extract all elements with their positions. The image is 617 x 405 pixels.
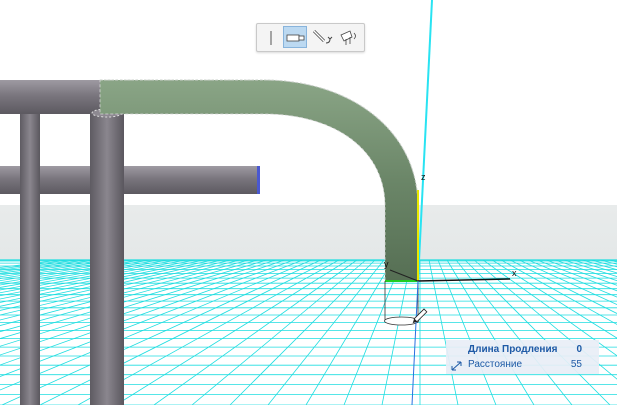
pipe-vertical-left[interactable] [20,114,40,405]
fitting-icon [340,30,356,45]
straight-segment-icon [270,31,272,45]
tracker-value[interactable]: 55 [571,359,582,370]
tracker-row-extension-length[interactable]: Длина Продления 0 [446,342,599,357]
grid-line [305,259,394,405]
grid-line [473,259,617,380]
axis-label-x: x [512,268,517,278]
axis-label-z: z [421,172,426,182]
3d-viewport[interactable]: z x y Длина Продления 0 Расстояние 55 [0,0,617,405]
grid-line [608,259,617,263]
tracker-row-distance[interactable]: Расстояние 55 [446,357,599,372]
bend-elbow-button[interactable] [309,26,333,48]
grid-line [482,259,617,357]
distance-arrow-icon [451,361,462,371]
tracker-value[interactable]: 0 [576,344,582,355]
grid-line [1,259,322,405]
x-axis-line [417,278,511,282]
pipe-end-cap [257,166,260,194]
grid-line [191,259,367,405]
pipe-segment-button[interactable] [283,26,307,48]
straight-segment-button[interactable] [259,26,283,48]
grid-line [229,259,376,405]
pipe-extension-preview [384,281,419,320]
blue-guide-line [411,280,419,405]
pet-palette [256,23,365,52]
grid-line [563,259,617,277]
grid-line [446,259,535,405]
tracker-label: Расстояние [468,359,523,370]
pipe-horizontal-upper[interactable] [0,80,106,114]
grid-line [500,259,617,325]
grid-line [581,259,617,271]
grid-line [428,259,459,405]
grid-line [545,259,617,286]
grid-line [464,259,611,405]
axis-label-y: y [384,259,389,269]
tracker-box: Длина Продления 0 Расстояние 55 [446,340,599,374]
grid-line [590,259,617,268]
bend-elbow-icon [312,29,333,44]
pipe-extension-end [384,316,419,326]
grid-line [536,259,617,292]
grid-line [518,259,617,305]
tracker-label: Длина Продления [468,344,558,355]
fitting-button[interactable] [335,26,359,48]
pipe-vertical-middle[interactable] [90,112,124,405]
grid-line [0,259,268,339]
grid-line [527,259,617,298]
pipe-segment-icon [286,34,305,42]
